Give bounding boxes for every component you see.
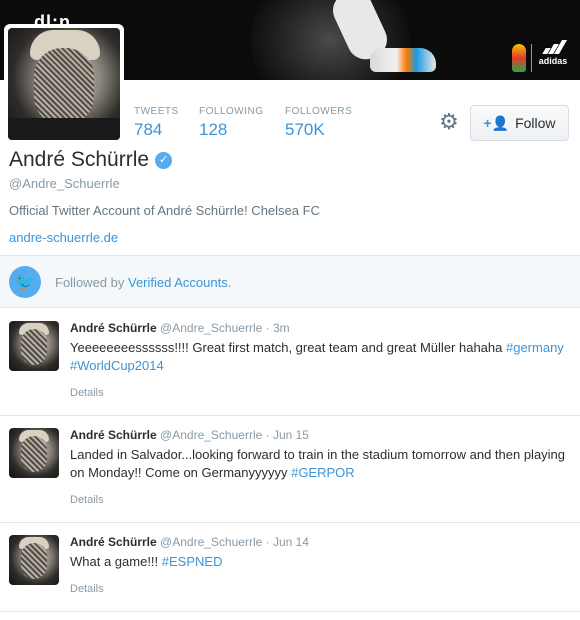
tweet-item[interactable]: André Schürrle @Andre_Schuerrle · Jun 14…	[0, 523, 580, 612]
tweet-hashtags[interactable]: #GERPOR	[291, 465, 355, 480]
tweet-avatar[interactable]	[9, 321, 59, 371]
verified-accounts-link[interactable]: Verified Accounts	[128, 275, 228, 290]
tweet-item[interactable]: André Schürrle @Andre_Schuerrle · 3m Yee…	[0, 309, 580, 416]
follow-button[interactable]: +👤 Follow	[470, 105, 569, 141]
add-user-icon: +👤	[483, 114, 510, 131]
tweet-author-name[interactable]: André Schürrle	[70, 535, 157, 549]
stat-tweets[interactable]: TWEETS 784	[134, 106, 179, 140]
tweet-avatar[interactable]	[9, 535, 59, 585]
adidas-wordmark: adidas	[538, 56, 568, 66]
stat-followers[interactable]: FOLLOWERS 570K	[285, 106, 352, 140]
profile-avatar[interactable]	[4, 24, 124, 144]
verified-badge-icon: ✓	[155, 151, 173, 169]
tweet-header: André Schürrle @Andre_Schuerrle · Jun 15	[70, 428, 309, 442]
tweet-author-name[interactable]: André Schürrle	[70, 321, 157, 335]
tweet-text: Landed in Salvador...looking forward to …	[70, 447, 566, 480]
profile-url-link[interactable]: andre-schuerrle.de	[9, 230, 118, 245]
profile-handle: @Andre_Schuerrle	[9, 176, 120, 191]
banner-boot	[370, 48, 436, 72]
tweet-timestamp[interactable]: · 3m	[266, 321, 290, 335]
tweet-header: André Schürrle @Andre_Schuerrle · 3m	[70, 321, 290, 335]
gear-icon[interactable]: ⚙	[437, 110, 461, 134]
tweet-timestamp[interactable]: · Jun 14	[266, 535, 309, 549]
stat-label: FOLLOWERS	[285, 106, 353, 117]
tweet-author-name[interactable]: André Schürrle	[70, 428, 157, 442]
tweet-author-handle[interactable]: @Andre_Schuerrle	[160, 535, 262, 549]
tweet-author-handle[interactable]: @Andre_Schuerrle	[160, 321, 262, 335]
tweet-details-link[interactable]: Details	[70, 583, 104, 595]
banner-divider	[531, 44, 532, 72]
adidas-logo: adidas	[536, 40, 570, 70]
stat-value: 570K	[285, 120, 325, 139]
follow-label: Follow	[515, 115, 556, 131]
tweet-avatar[interactable]	[9, 428, 59, 478]
tweet-author-handle[interactable]: @Andre_Schuerrle	[160, 428, 262, 442]
stat-label: TWEETS	[134, 106, 179, 117]
stat-value: 128	[199, 120, 228, 139]
tweet-hashtags[interactable]: #ESPNED	[162, 554, 223, 569]
stat-label: FOLLOWING	[199, 106, 264, 117]
twitter-bird-icon: 🐦	[9, 266, 41, 298]
world-cup-logo-icon	[512, 44, 526, 72]
profile-bio: Official Twitter Account of André Schürr…	[9, 203, 320, 218]
tweet-text: Yeeeeeeeessssss!!!! Great first match, g…	[70, 340, 564, 373]
tweet-item[interactable]: André Schürrle @Andre_Schuerrle · Jun 15…	[0, 416, 580, 523]
tweet-details-link[interactable]: Details	[70, 494, 104, 506]
tweet-header: André Schürrle @Andre_Schuerrle · Jun 14	[70, 535, 309, 549]
followed-by-banner: 🐦 Followed by Verified Accounts.	[0, 255, 580, 308]
profile-name: André Schürrle ✓	[9, 148, 173, 172]
stat-following[interactable]: FOLLOWING 128	[199, 106, 264, 140]
adidas-stripes-icon	[542, 40, 568, 54]
tweet-timestamp[interactable]: · Jun 15	[266, 428, 309, 442]
followed-by-text: Followed by Verified Accounts.	[55, 275, 232, 290]
tweet-text: What a game!!! #ESPNED	[70, 554, 223, 569]
avatar-image	[8, 28, 120, 140]
stat-value: 784	[134, 120, 163, 139]
profile-name-text: André Schürrle	[9, 148, 150, 171]
tweet-details-link[interactable]: Details	[70, 387, 104, 399]
